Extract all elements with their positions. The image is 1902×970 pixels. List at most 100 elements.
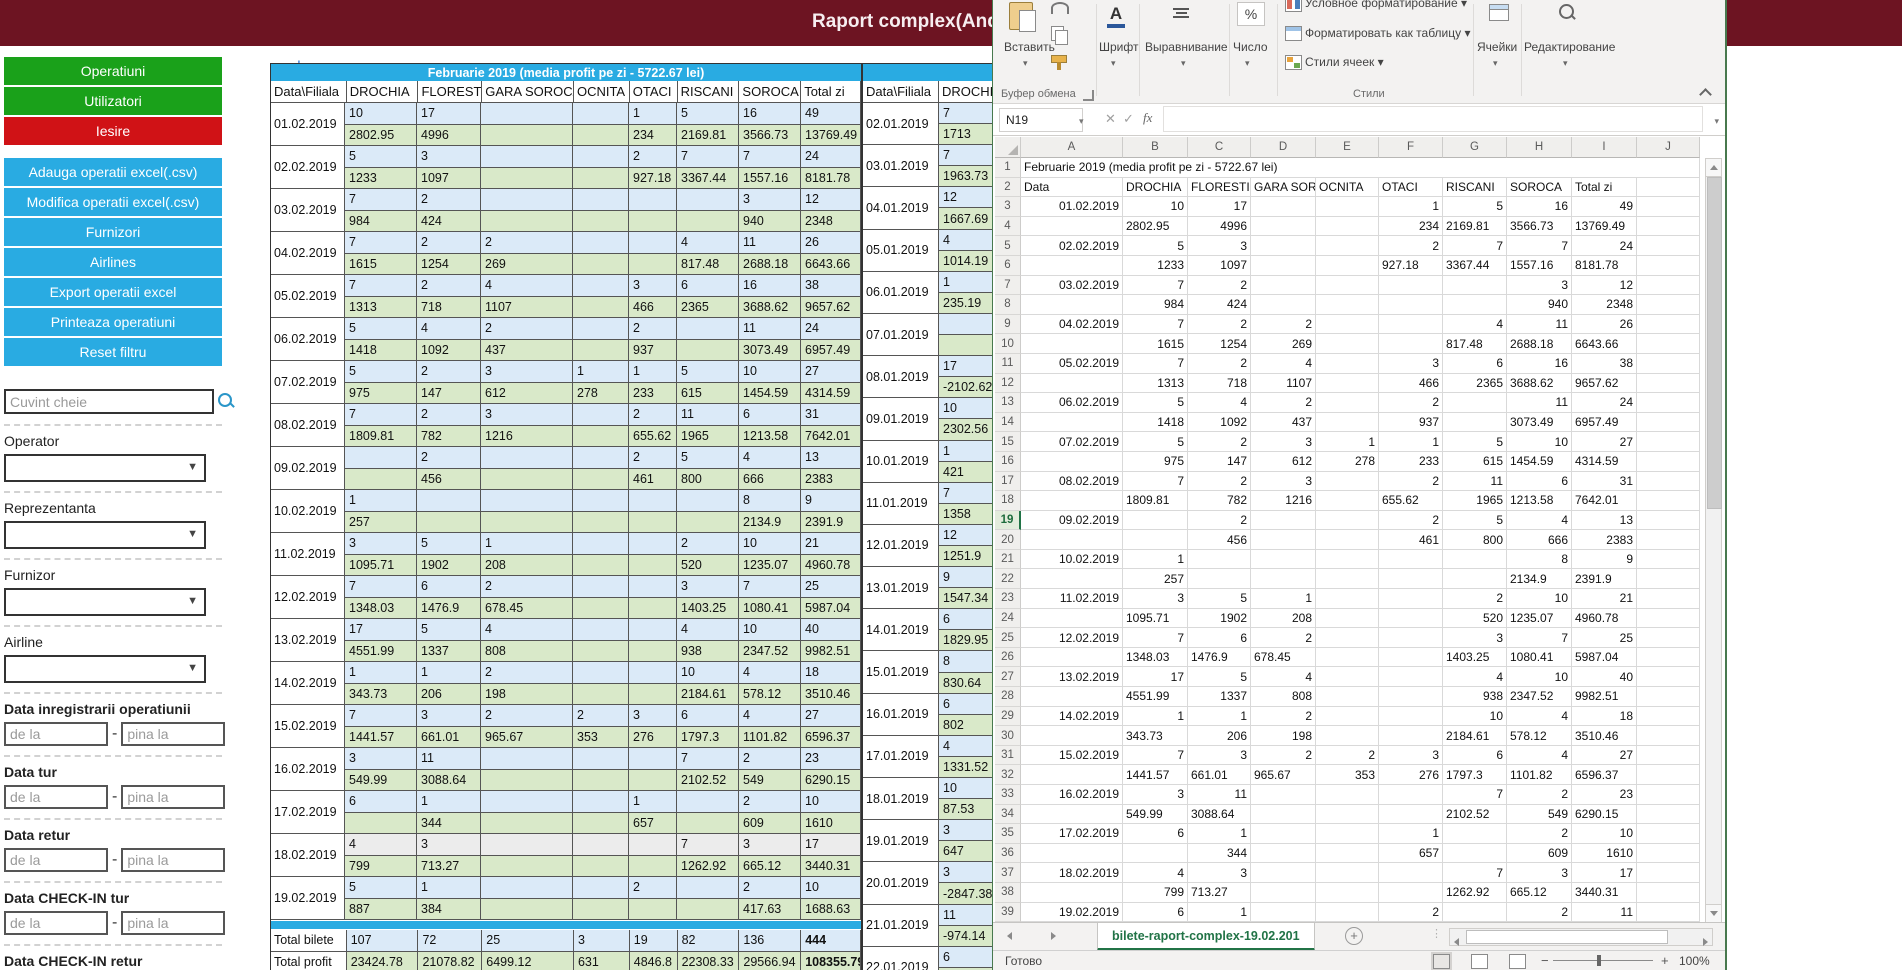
cell-E20[interactable] bbox=[1316, 530, 1379, 550]
cell-A14[interactable] bbox=[1021, 413, 1123, 433]
cell-G29[interactable]: 10 bbox=[1443, 707, 1507, 727]
cell-I15[interactable]: 27 bbox=[1572, 432, 1637, 452]
cell-G5[interactable]: 7 bbox=[1443, 236, 1507, 256]
cell-F22[interactable] bbox=[1379, 569, 1443, 589]
column-header-C[interactable]: C bbox=[1188, 137, 1251, 158]
cell-E9[interactable] bbox=[1316, 315, 1379, 335]
cell-F15[interactable]: 1 bbox=[1379, 432, 1443, 452]
filter-select[interactable]: ▼ bbox=[4, 588, 206, 616]
format-as-table-button[interactable]: Форматировать как таблицу ▾ bbox=[1305, 26, 1471, 40]
cell-D4[interactable] bbox=[1251, 217, 1316, 237]
cell-C31[interactable]: 3 bbox=[1188, 746, 1251, 766]
cell-G14[interactable] bbox=[1443, 413, 1507, 433]
cell-I29[interactable]: 18 bbox=[1572, 707, 1637, 727]
cell-C14[interactable]: 1092 bbox=[1188, 413, 1251, 433]
paste-dropdown-caret[interactable]: ▾ bbox=[1023, 58, 1028, 69]
cut-icon[interactable] bbox=[1051, 2, 1069, 14]
scroll-left-icon[interactable] bbox=[1454, 933, 1459, 951]
cell-G7[interactable] bbox=[1443, 276, 1507, 296]
name-box[interactable]: N19 bbox=[999, 108, 1083, 132]
cell-A1[interactable]: Februarie 2019 (media profit pe zi - 572… bbox=[1021, 158, 1700, 178]
cell-C22[interactable] bbox=[1188, 569, 1251, 589]
cell-C17[interactable]: 2 bbox=[1188, 472, 1251, 492]
cell-H6[interactable]: 1557.16 bbox=[1507, 256, 1572, 276]
cell-F14[interactable]: 937 bbox=[1379, 413, 1443, 433]
cell-B15[interactable]: 5 bbox=[1123, 432, 1188, 452]
row-header-23[interactable]: 23 bbox=[995, 589, 1021, 609]
cell-E39[interactable] bbox=[1316, 903, 1379, 923]
clipboard-dialog-launcher-icon[interactable] bbox=[1083, 90, 1094, 101]
cell-B5[interactable]: 5 bbox=[1123, 236, 1188, 256]
cell-G4[interactable]: 2169.81 bbox=[1443, 217, 1507, 237]
cell-I18[interactable]: 7642.01 bbox=[1572, 491, 1637, 511]
cell-D18[interactable]: 1216 bbox=[1251, 491, 1316, 511]
cell-D16[interactable]: 612 bbox=[1251, 452, 1316, 472]
vertical-scroll-thumb[interactable] bbox=[1707, 177, 1722, 509]
row-header-28[interactable]: 28 bbox=[995, 687, 1021, 707]
cell-H24[interactable]: 1235.07 bbox=[1507, 609, 1572, 629]
row-header-22[interactable]: 22 bbox=[995, 569, 1021, 589]
cell-B20[interactable] bbox=[1123, 530, 1188, 550]
cell-I12[interactable]: 9657.62 bbox=[1572, 374, 1637, 394]
cell-G17[interactable]: 11 bbox=[1443, 472, 1507, 492]
cell-A24[interactable] bbox=[1021, 609, 1123, 629]
cell-C12[interactable]: 718 bbox=[1188, 374, 1251, 394]
filter-select[interactable]: ▼ bbox=[4, 655, 206, 683]
cell-H11[interactable]: 16 bbox=[1507, 354, 1572, 374]
row-header-24[interactable]: 24 bbox=[995, 609, 1021, 629]
cell-A18[interactable] bbox=[1021, 491, 1123, 511]
cell-B21[interactable]: 1 bbox=[1123, 550, 1188, 570]
cell-J12[interactable] bbox=[1637, 374, 1700, 394]
cell-C6[interactable]: 1097 bbox=[1188, 256, 1251, 276]
cell-B10[interactable]: 1615 bbox=[1123, 334, 1188, 354]
cell-F21[interactable] bbox=[1379, 550, 1443, 570]
date-to-input[interactable] bbox=[121, 911, 225, 935]
date-to-input[interactable] bbox=[121, 848, 225, 872]
cell-J36[interactable] bbox=[1637, 844, 1700, 864]
cell-A16[interactable] bbox=[1021, 452, 1123, 472]
cell-J23[interactable] bbox=[1637, 589, 1700, 609]
cell-B22[interactable]: 257 bbox=[1123, 569, 1188, 589]
confirm-entry-icon[interactable]: ✓ bbox=[1123, 111, 1134, 127]
row-header-6[interactable]: 6 bbox=[995, 256, 1021, 276]
sidebar-button-furnizori[interactable]: Furnizori bbox=[4, 218, 222, 246]
cell-C11[interactable]: 2 bbox=[1188, 354, 1251, 374]
cell-H4[interactable]: 3566.73 bbox=[1507, 217, 1572, 237]
cell-H30[interactable]: 578.12 bbox=[1507, 726, 1572, 746]
cell-B7[interactable]: 7 bbox=[1123, 276, 1188, 296]
row-header-25[interactable]: 25 bbox=[995, 628, 1021, 648]
row-header-14[interactable]: 14 bbox=[995, 413, 1021, 433]
filter-select[interactable]: ▼ bbox=[4, 521, 206, 549]
cell-A26[interactable] bbox=[1021, 648, 1123, 668]
horizontal-scrollbar[interactable] bbox=[1449, 928, 1713, 946]
cell-G33[interactable]: 7 bbox=[1443, 785, 1507, 805]
cell-I33[interactable]: 23 bbox=[1572, 785, 1637, 805]
cell-A32[interactable] bbox=[1021, 765, 1123, 785]
cell-G15[interactable]: 5 bbox=[1443, 432, 1507, 452]
cell-C29[interactable]: 1 bbox=[1188, 707, 1251, 727]
cell-F23[interactable] bbox=[1379, 589, 1443, 609]
cell-J24[interactable] bbox=[1637, 609, 1700, 629]
cell-H19[interactable]: 4 bbox=[1507, 511, 1572, 531]
cell-C37[interactable]: 3 bbox=[1188, 863, 1251, 883]
cell-F2[interactable]: OTACI bbox=[1379, 178, 1443, 198]
cell-B33[interactable]: 3 bbox=[1123, 785, 1188, 805]
column-header-E[interactable]: E bbox=[1316, 137, 1379, 158]
scroll-right-icon[interactable] bbox=[1703, 933, 1708, 951]
cell-F17[interactable]: 2 bbox=[1379, 472, 1443, 492]
cell-D32[interactable]: 965.67 bbox=[1251, 765, 1316, 785]
cell-D14[interactable]: 437 bbox=[1251, 413, 1316, 433]
cell-C8[interactable]: 424 bbox=[1188, 295, 1251, 315]
cell-C23[interactable]: 5 bbox=[1188, 589, 1251, 609]
cell-C24[interactable]: 1902 bbox=[1188, 609, 1251, 629]
cell-I14[interactable]: 6957.49 bbox=[1572, 413, 1637, 433]
cell-A9[interactable]: 04.02.2019 bbox=[1021, 315, 1123, 335]
cell-A36[interactable] bbox=[1021, 844, 1123, 864]
cell-A2[interactable]: Data bbox=[1021, 178, 1123, 198]
cell-C38[interactable]: 713.27 bbox=[1188, 883, 1251, 903]
cell-B24[interactable]: 1095.71 bbox=[1123, 609, 1188, 629]
cell-I21[interactable]: 9 bbox=[1572, 550, 1637, 570]
cell-I11[interactable]: 38 bbox=[1572, 354, 1637, 374]
cell-B6[interactable]: 1233 bbox=[1123, 256, 1188, 276]
cell-G27[interactable]: 4 bbox=[1443, 667, 1507, 687]
